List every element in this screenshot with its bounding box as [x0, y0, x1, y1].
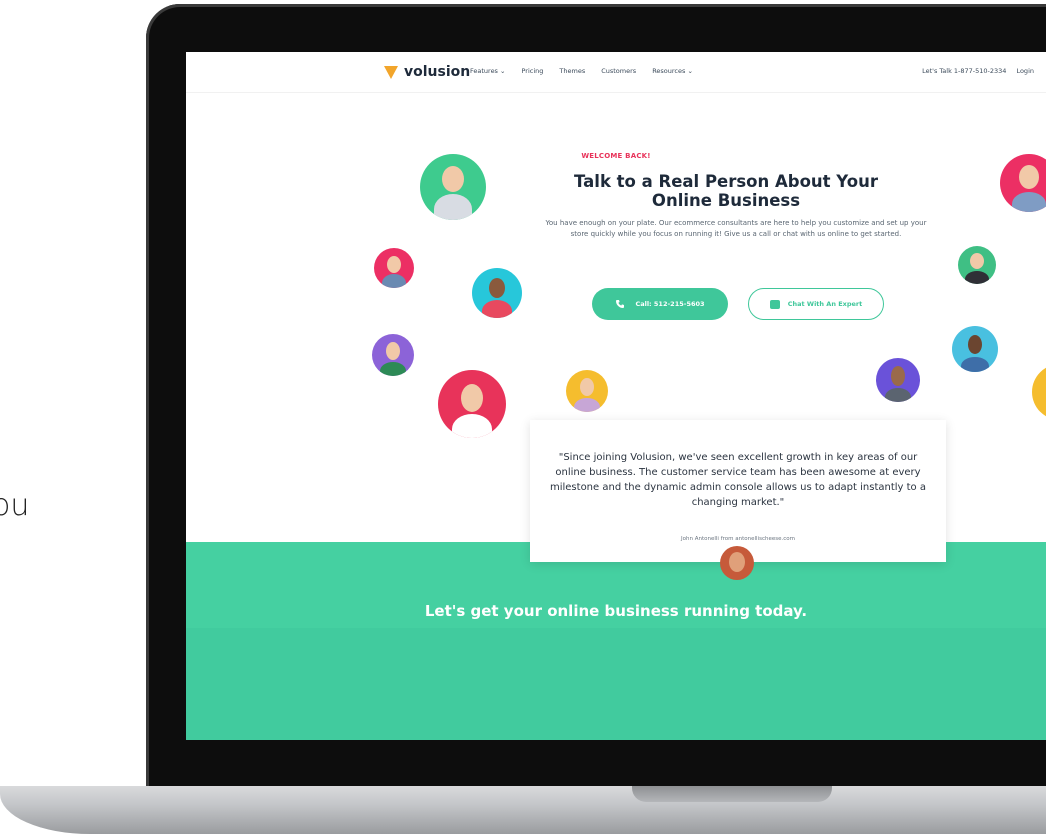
avatar	[1000, 154, 1046, 212]
phone-contact-link[interactable]: Let's Talk 1-877-510-2334	[922, 67, 1006, 75]
logo[interactable]: volusion	[384, 64, 470, 80]
chevron-down-icon: ⌄	[500, 67, 506, 75]
side-text: ou	[0, 488, 30, 523]
nav-pricing[interactable]: Pricing	[521, 67, 543, 75]
testimonial-quote: "Since joining Volusion, we've seen exce…	[549, 452, 926, 508]
hero-subtext: You have enough on your plate. Our ecomm…	[545, 219, 927, 238]
nav-resources[interactable]: Resources ⌄	[652, 67, 693, 75]
nav-features[interactable]: Features ⌄	[470, 67, 505, 75]
testimonial-avatar	[720, 546, 754, 580]
avatar	[374, 248, 414, 288]
avatar	[566, 370, 608, 412]
phone-icon	[616, 300, 625, 308]
call-button[interactable]: Call: 512-215-5603	[592, 288, 728, 320]
avatar	[958, 246, 996, 284]
login-link[interactable]: Login	[1016, 67, 1034, 75]
laptop-base	[0, 786, 1046, 834]
nav-customers[interactable]: Customers	[601, 67, 636, 75]
testimonial-card: "Since joining Volusion, we've seen exce…	[530, 420, 946, 562]
chevron-down-icon: ⌄	[687, 67, 693, 75]
nav-themes[interactable]: Themes	[559, 67, 585, 75]
chat-button[interactable]: Chat With An Expert	[748, 288, 884, 320]
avatar	[1032, 364, 1046, 420]
website-screen: volusion Features ⌄ Pricing Themes Custo…	[186, 52, 1046, 740]
laptop-notch	[632, 786, 832, 802]
eyebrow: WELCOME BACK!	[581, 152, 651, 160]
volusion-logo-icon	[384, 65, 398, 79]
cta-heading: Let's get your online business running t…	[424, 602, 808, 620]
nav-right: Let's Talk 1-877-510-2334 Login	[922, 67, 1034, 75]
avatar	[876, 358, 920, 402]
chat-icon	[769, 299, 780, 309]
call-button-label: Call: 512-215-5603	[635, 300, 705, 308]
testimonial-attribution: John Antonelli from antonellischeese.com	[681, 536, 795, 542]
top-nav: volusion Features ⌄ Pricing Themes Custo…	[186, 52, 1046, 93]
nav-links: Features ⌄ Pricing Themes Customers Reso…	[470, 67, 693, 75]
logo-text: volusion	[404, 64, 471, 80]
avatar	[472, 268, 522, 318]
avatar	[420, 154, 486, 220]
avatar	[952, 326, 998, 372]
cta-band-lower	[186, 628, 1046, 740]
avatar	[438, 370, 506, 438]
avatar	[372, 334, 414, 376]
chat-button-label: Chat With An Expert	[787, 300, 863, 308]
page-title: Talk to a Real Person About Your Online …	[574, 172, 878, 210]
